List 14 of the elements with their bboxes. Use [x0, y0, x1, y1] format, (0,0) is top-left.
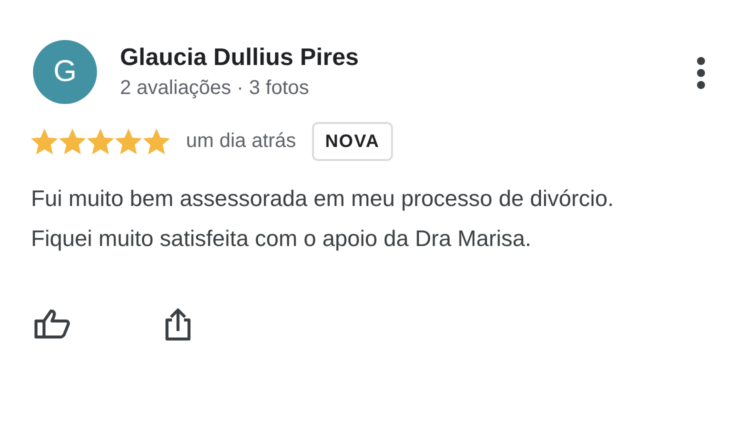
share-icon[interactable]	[163, 307, 193, 341]
review-time: um dia atrás	[186, 130, 296, 153]
star-icon	[143, 128, 170, 155]
review-text: Fui muito bem assessorada em meu processo de divórcio. Fiquei muito satisfeita com o apoio da Dra Marisa.	[31, 185, 615, 253]
star-icon	[115, 128, 142, 155]
star-icon	[31, 128, 58, 155]
star-icon	[59, 128, 86, 155]
star-icon	[87, 128, 114, 155]
new-badge: NOVA	[312, 122, 393, 161]
more-options-icon[interactable]	[696, 56, 706, 90]
avatar: G	[33, 40, 97, 104]
thumbs-up-icon[interactable]	[33, 308, 71, 340]
reviewer-stats: 2 avaliações · 3 fotos	[120, 76, 310, 101]
reviewer-name[interactable]: Glaucia Dullius Pires	[120, 43, 696, 73]
